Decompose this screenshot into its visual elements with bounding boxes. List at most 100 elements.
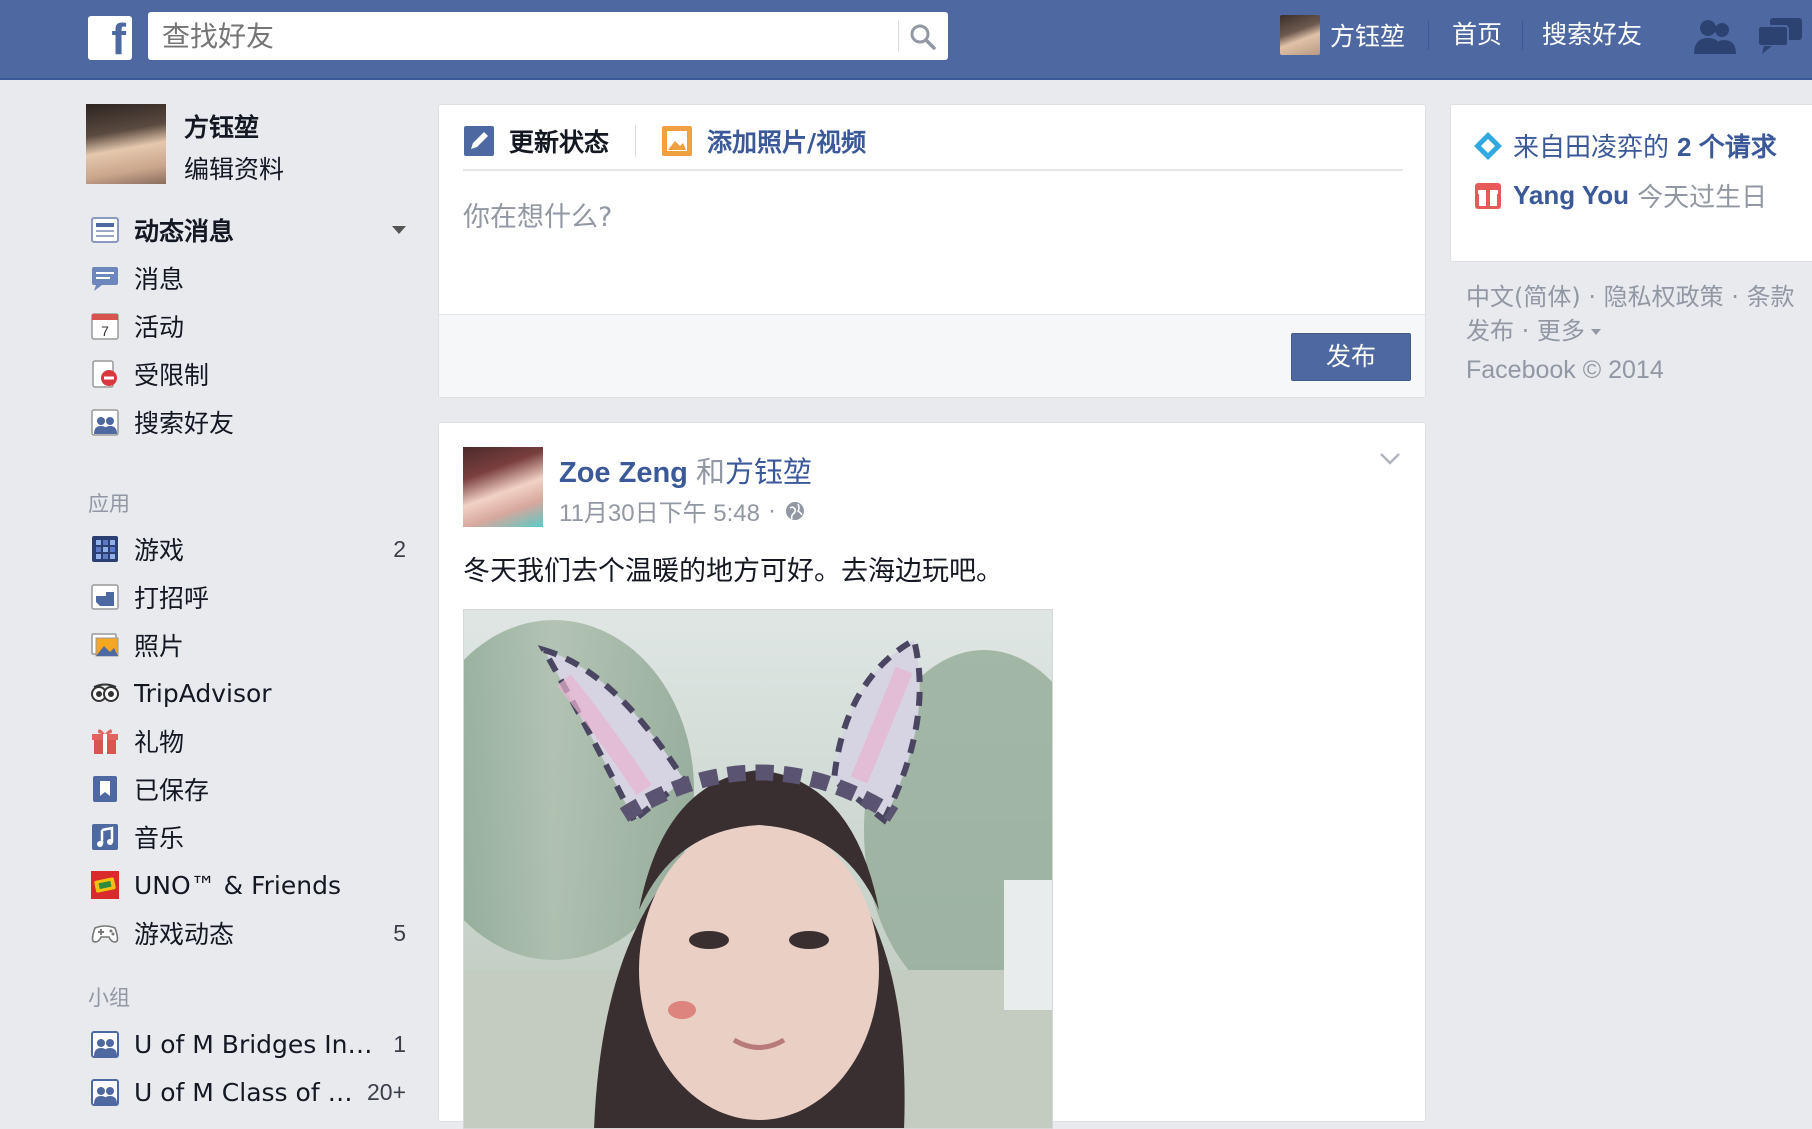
- count-badge: 1: [393, 1030, 406, 1057]
- group-icon: [91, 1079, 119, 1106]
- tripadvisor-icon: [91, 683, 119, 702]
- sidebar-item-label: 受限制: [134, 361, 210, 390]
- search-icon[interactable]: [908, 22, 938, 52]
- sidebar-item-label: 搜索好友: [134, 409, 235, 438]
- sidebar-item-label: 音乐: [134, 824, 185, 853]
- chevron-down-icon[interactable]: [1379, 451, 1401, 467]
- search-input[interactable]: [148, 12, 888, 60]
- tab-divider: [635, 125, 636, 157]
- sidebar-item-label: 活动: [134, 313, 185, 342]
- sidebar-item-saved[interactable]: 已保存: [90, 771, 406, 807]
- events-icon: 7: [91, 313, 119, 340]
- birthday-name[interactable]: Yang You: [1513, 180, 1629, 211]
- post-timestamp[interactable]: 11月30日下午 5:48: [559, 493, 760, 528]
- footer-line-2[interactable]: 发布 · 更多: [1466, 314, 1795, 348]
- photo-icon: [662, 126, 692, 156]
- app-requests-link[interactable]: 来自田凌弈的 2 个请求: [1473, 127, 1777, 164]
- profile-name[interactable]: 方钰堃: [184, 108, 284, 144]
- sidebar-item-label: 消息: [134, 265, 185, 294]
- search-box: [148, 12, 948, 60]
- post-tagged-user[interactable]: 方钰堃: [725, 455, 812, 489]
- uno-icon: [91, 871, 119, 899]
- avatar[interactable]: [463, 447, 543, 527]
- top-divider: [1522, 20, 1523, 50]
- sidebar-item-music[interactable]: 音乐: [90, 819, 406, 855]
- messages-icon: [92, 267, 118, 291]
- apps-section-title: 应用: [88, 492, 130, 516]
- game-feed-icon: [91, 925, 119, 943]
- top-divider: [1428, 20, 1429, 50]
- facebook-logo[interactable]: f: [88, 16, 132, 62]
- sidebar-item-events[interactable]: 7 活动: [90, 308, 406, 344]
- gift-icon: [1475, 182, 1501, 209]
- saved-icon: [93, 776, 117, 802]
- friend-requests-icon[interactable]: [1690, 16, 1738, 56]
- sidebar-item-find-friends[interactable]: 搜索好友: [90, 404, 406, 440]
- sidebar-item-photos[interactable]: 照片: [90, 627, 406, 663]
- music-icon: [92, 824, 118, 850]
- requests-card: 来自田凌弈的 2 个请求 Yang You 今天过生日: [1450, 104, 1812, 262]
- post-with-word: 和: [695, 455, 725, 489]
- avatar: [86, 104, 166, 184]
- sidebar-item-label: 动态消息: [134, 217, 235, 246]
- post-header: Zoe Zeng 和方钰堃: [559, 449, 812, 491]
- chevron-down-icon[interactable]: [392, 226, 406, 234]
- home-link[interactable]: 首页: [1452, 14, 1502, 56]
- caret-down-icon: [1590, 329, 1601, 335]
- pencil-icon: [464, 126, 494, 156]
- sidebar-item-group[interactable]: U of M Bridges Int… 1: [90, 1026, 406, 1062]
- find-friends-link[interactable]: 搜索好友: [1542, 14, 1642, 56]
- photos-icon: [91, 633, 119, 657]
- globe-icon[interactable]: [784, 500, 806, 522]
- top-bar: f 方钰堃 首页 搜索好友: [0, 0, 1812, 80]
- poke-icon: [91, 584, 119, 610]
- post-button[interactable]: 发布: [1291, 333, 1411, 381]
- requests-prefix: 来自田凌弈的: [1513, 133, 1670, 163]
- birthday-text: 今天过生日: [1637, 183, 1768, 213]
- composer-footer: 发布: [439, 314, 1425, 397]
- requests-count: 2 个请求: [1677, 132, 1777, 162]
- top-user-link[interactable]: 方钰堃: [1280, 14, 1405, 56]
- sidebar-item-label: 游戏动态: [134, 920, 235, 949]
- sidebar-item-label: TripAdvisor: [134, 678, 272, 708]
- svg-text:7: 7: [101, 323, 109, 339]
- sidebar-item-messages[interactable]: 消息: [90, 260, 406, 296]
- messages-icon[interactable]: [1756, 16, 1804, 56]
- tab-update-status[interactable]: 更新状态: [463, 121, 609, 161]
- post-text: 冬天我们去个温暖的地方可好。去海边玩吧。: [463, 556, 1003, 587]
- sidebar-item-group[interactable]: U of M Class of … 20+: [90, 1074, 406, 1110]
- sidebar-item-poke[interactable]: 打招呼: [90, 579, 406, 615]
- sidebar-item-label: U of M Class of …: [134, 1077, 353, 1107]
- sidebar-item-news-feed[interactable]: 动态消息: [90, 212, 406, 248]
- group-icon: [91, 1031, 119, 1058]
- meta-separator: ·: [768, 496, 776, 524]
- sidebar-item-gifts[interactable]: 礼物: [90, 723, 406, 759]
- sidebar-item-label: 游戏: [134, 536, 185, 565]
- footer-line-1[interactable]: 中文(简体) · 隐私权政策 · 条款: [1466, 280, 1795, 314]
- status-composer: 更新状态 添加照片/视频 你在想什么? 发布: [438, 104, 1426, 398]
- tab-add-photo-video[interactable]: 添加照片/视频: [661, 121, 866, 161]
- post-photo[interactable]: [463, 609, 1053, 1129]
- sidebar-item-label: 打招呼: [134, 584, 210, 613]
- avatar: [1280, 15, 1320, 55]
- status-input[interactable]: 你在想什么?: [463, 195, 612, 234]
- count-badge: 5: [393, 919, 406, 946]
- birthday-link[interactable]: Yang You 今天过生日: [1473, 177, 1767, 214]
- count-badge: 2: [393, 535, 406, 562]
- sidebar-item-games[interactable]: 游戏 2: [90, 531, 406, 567]
- sidebar-item-game-feed[interactable]: 游戏动态 5: [90, 915, 406, 951]
- sidebar-item-tripadvisor[interactable]: TripAdvisor: [90, 675, 406, 711]
- groups-section-title: 小组: [88, 986, 130, 1010]
- edit-profile-link[interactable]: 编辑资料: [184, 150, 284, 186]
- sidebar-item-uno[interactable]: UNO™ & Friends: [90, 867, 406, 903]
- post-author[interactable]: Zoe Zeng: [559, 457, 688, 489]
- games-icon: [92, 536, 118, 562]
- news-feed-icon: [91, 217, 119, 243]
- tab-label: 更新状态: [509, 128, 610, 157]
- sidebar-profile[interactable]: 方钰堃 编辑资料: [86, 104, 284, 186]
- feed-post: Zoe Zeng 和方钰堃 11月30日下午 5:48 · 冬天我们去个温暖的地…: [438, 422, 1426, 1129]
- count-badge: 20+: [366, 1078, 406, 1105]
- sidebar-item-label: 照片: [134, 632, 185, 661]
- sidebar-item-restricted[interactable]: 受限制: [90, 356, 406, 392]
- sidebar-item-label: 已保存: [134, 776, 210, 805]
